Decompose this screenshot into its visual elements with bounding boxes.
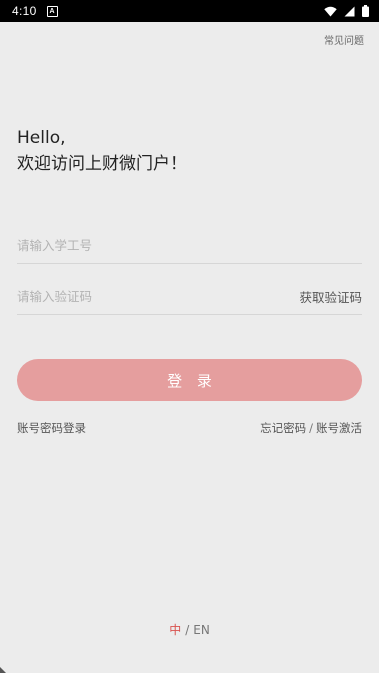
greeting: Hello, 欢迎访问上财微门户！ <box>17 125 187 177</box>
status-left: 4:10 A <box>12 4 58 18</box>
greeting-welcome: 欢迎访问上财微门户！ <box>17 154 187 174</box>
signal-icon <box>344 6 355 17</box>
faq-link[interactable]: 常见问题 <box>324 32 364 47</box>
login-button[interactable]: 登 录 <box>17 359 362 401</box>
language-zh[interactable]: 中 <box>169 623 181 637</box>
links-separator: / <box>309 421 313 435</box>
greeting-hello: Hello, <box>17 128 66 148</box>
language-switcher: 中 / EN <box>0 621 379 638</box>
status-time: 4:10 <box>12 4 37 18</box>
password-login-link[interactable]: 账号密码登录 <box>17 420 86 436</box>
language-separator: / <box>185 623 190 637</box>
verification-code-field-row: 获取验证码 <box>17 279 362 315</box>
student-id-field-row <box>17 228 362 264</box>
verification-code-input[interactable] <box>17 279 300 314</box>
forgot-password-link[interactable]: 忘记密码 <box>260 421 306 435</box>
status-right <box>324 5 369 17</box>
battery-icon <box>362 5 369 17</box>
activate-account-link[interactable]: 账号激活 <box>316 421 362 435</box>
student-id-input[interactable] <box>17 228 362 263</box>
notification-icon: A <box>46 5 58 17</box>
language-en[interactable]: EN <box>193 623 210 637</box>
get-code-button[interactable]: 获取验证码 <box>299 287 362 306</box>
account-links: 忘记密码 / 账号激活 <box>260 420 362 436</box>
corner-mark <box>0 667 6 673</box>
status-bar: 4:10 A <box>0 0 379 22</box>
wifi-icon <box>324 6 337 17</box>
